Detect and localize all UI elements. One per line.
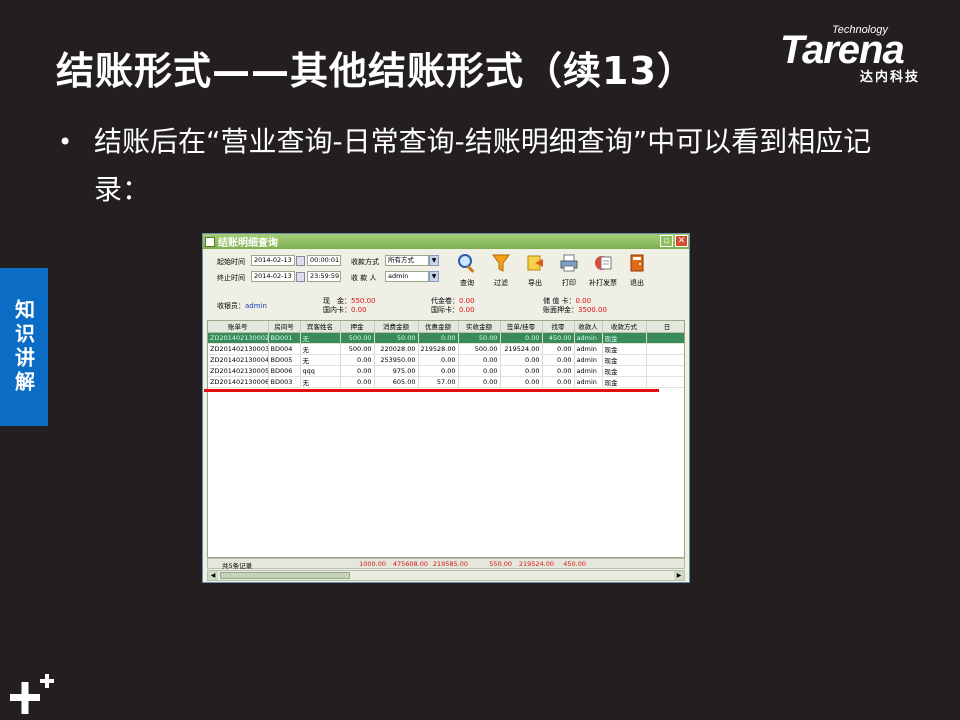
window-titlebar: 结账明细查询 ▫ ✕ [203,234,689,249]
table-header: 账单号 房间号 宾客姓名 押金 消费金额 优惠金额 实收金额 签单/挂零 找零 … [208,321,684,333]
magnifier-icon [458,254,475,273]
total-consume: 475608.00 [392,560,428,568]
scrollbar-thumb[interactable] [220,572,350,579]
window-title: 结账明细查询 [218,238,278,249]
side-tab-label: 知识讲解 [11,299,36,395]
total-signed: 219524.00 [518,560,554,568]
scroll-right-icon[interactable]: ▶ [674,571,684,580]
column-header[interactable]: 账单号 [208,321,269,333]
tarena-logo: Technology Tarena 达内科技 [780,24,948,85]
invoice-icon [595,256,612,270]
start-time-field[interactable]: 00:00:01 [307,255,341,266]
grid-footer-totals: 共5条记录 1000.00 475608.00 219585.00 550.00… [207,558,685,570]
close-button[interactable]: ✕ [675,235,688,247]
table-row[interactable]: ZD201402130005 BD006 qqq 0.00 975.00 0.00 0.… [208,365,684,377]
minimize-button[interactable]: ▫ [660,235,673,247]
settlement-detail-window: 结账明细查询 ▫ ✕ 起始时间 2014-02-13 00:00:01 终止时间… [202,233,690,583]
total-received: 550.00 [489,560,512,568]
export-button[interactable]: 导出 [521,253,549,288]
column-header[interactable]: 宾客姓名 [300,321,341,333]
intl-card-value: 0.00 [459,306,475,314]
app-icon [205,236,215,247]
highlight-underline [204,389,659,392]
funnel-icon [492,254,510,272]
pay-method-select[interactable]: 所有方式 [385,255,429,266]
plus-decoration-icon [10,674,54,714]
end-time-field[interactable]: 23:59:59 [307,271,341,282]
payee-select[interactable]: admin [385,271,429,282]
exit-door-icon [630,254,644,272]
column-header[interactable]: 收款人 [574,321,603,333]
voucher-value: 0.00 [459,297,475,305]
domestic-card-summary: 国内卡：0.00 [323,306,367,314]
column-header[interactable]: 找零 [542,321,575,333]
table-row[interactable]: ZD201402130003 BD004 无 500.00 220028.00 2195… [208,343,684,355]
logo-cn-name: 达内科技 [860,70,921,85]
stored-card-value: 0.00 [575,297,592,305]
chevron-down-icon[interactable]: ▼ [429,255,439,266]
end-date-field[interactable]: 2014-02-13 [251,271,295,282]
printer-icon [560,254,578,272]
end-calendar-icon[interactable] [296,272,305,282]
payee-label: 收 款 人 [351,274,377,282]
domestic-card-value: 0.00 [351,306,367,314]
filter-button[interactable]: 过滤 [487,253,515,288]
settlement-grid: 账单号 房间号 宾客姓名 押金 消费金额 优惠金额 实收金额 签单/挂零 找零 … [207,320,685,558]
bullet-dot-icon: • [58,128,73,156]
column-header[interactable]: 日 [646,321,684,333]
filter-panel: 起始时间 2014-02-13 00:00:01 终止时间 2014-02-13… [203,249,689,329]
total-discount: 219585.00 [432,560,468,568]
column-header[interactable]: 优惠金额 [418,321,459,333]
column-header[interactable]: 消费金额 [374,321,419,333]
print-button[interactable]: 打印 [555,253,583,288]
exit-button[interactable]: 退出 [623,253,651,288]
record-count: 共5条记录 [222,562,253,570]
query-button[interactable]: 查询 [453,253,481,288]
intl-card-summary: 国际卡：0.00 [431,306,475,314]
start-date-field[interactable]: 2014-02-13 [251,255,295,266]
bullet-text: 结账后在“营业查询-日常查询-结账明细查询”中可以看到相应记录： [94,125,872,206]
scroll-left-icon[interactable]: ◀ [208,571,218,580]
start-calendar-icon[interactable] [296,256,305,266]
total-deposit: 1000.00 [359,560,386,568]
start-time-label: 起始时间 [217,258,245,266]
table-row[interactable]: ZD201402130004 BD005 无 0.00 253950.00 0.00 0… [208,354,684,366]
logo-wordmark: Tarena [780,28,905,72]
deposit-value: 3500.00 [578,306,607,314]
table-row[interactable]: ZD201402130006 BD003 无 0.00 605.00 57.00 0.0… [208,376,684,388]
chevron-down-icon[interactable]: ▼ [429,271,439,282]
reprint-invoice-button[interactable]: 补打发票 [589,253,617,288]
cashier-value: admin [245,302,267,310]
pay-method-label: 收款方式 [351,258,379,266]
slide-title: 结账形式——其他结账形式（续13） [56,49,696,93]
end-time-label: 终止时间 [217,274,245,282]
column-header[interactable]: 押金 [340,321,375,333]
cashier-label: 收银员：admin [217,302,267,310]
table-row[interactable]: ZD201402130002 BD001 无 500.00 50.00 0.00 50.… [208,332,684,344]
export-icon [527,255,543,271]
column-header[interactable]: 收款方式 [602,321,647,333]
side-tab: 知识讲解 [0,268,48,426]
column-header[interactable]: 签单/挂零 [500,321,543,333]
settlement-table: 账单号 房间号 宾客姓名 押金 消费金额 优惠金额 实收金额 签单/挂零 找零 … [208,321,684,388]
cash-value: 550.00 [351,297,376,305]
deposit-summary: 账面押金：3500.00 [543,306,607,314]
total-change: 450.00 [563,560,586,568]
column-header[interactable]: 房间号 [268,321,301,333]
horizontal-scrollbar[interactable]: ◀ ▶ [207,570,685,581]
column-header[interactable]: 实收金额 [458,321,501,333]
